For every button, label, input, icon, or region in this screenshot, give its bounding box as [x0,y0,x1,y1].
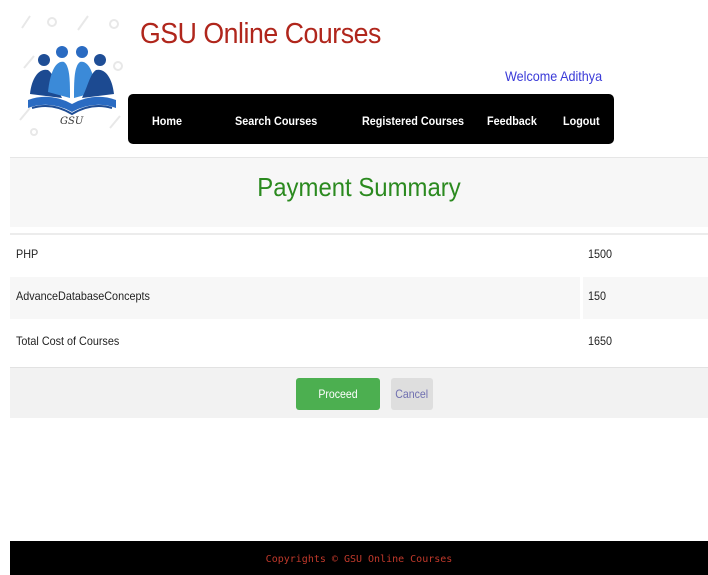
course-name: AdvanceDatabaseConcepts [16,289,150,303]
column-divider [580,235,583,277]
column-divider [580,277,583,319]
nav-home[interactable]: Home [152,94,182,144]
table-row: PHP 1500 [10,233,708,277]
footer: Copyrights © GSU Online Courses [10,541,708,575]
nav-bar: Home Search Courses Registered Courses F… [128,94,614,144]
page: GSU GSU Online Courses Welcome Adithya H… [0,0,708,575]
total-cost: 1650 [588,334,613,348]
welcome-message: Welcome Adithya [505,68,603,84]
proceed-payment-button[interactable]: Proceed Payment [296,378,380,433]
total-label: Total Cost of Courses [16,334,120,348]
nav-logout[interactable]: Logout [563,94,600,144]
cancel-label: Cancel [395,387,429,401]
nav-registered-courses[interactable]: Registered Courses [362,94,464,144]
proceed-payment-label: Proceed Payment [317,387,359,433]
logo: GSU [14,8,132,138]
payment-summary-title: Payment Summary [257,172,461,202]
total-row: Total Cost of Courses 1650 [10,322,708,364]
people-book-icon [28,46,116,116]
nav-feedback[interactable]: Feedback [487,94,537,144]
table-row: AdvanceDatabaseConcepts 150 [10,277,708,319]
course-cost: 150 [588,289,607,303]
column-divider [580,322,583,364]
nav-search-courses[interactable]: Search Courses [235,94,317,144]
site-title: GSU Online Courses [140,18,381,50]
payment-summary-header: Payment Summary [10,157,708,227]
course-name: PHP [16,247,39,261]
payment-actions: Proceed Payment Cancel [10,367,708,433]
logo-text: GSU [60,116,84,127]
course-cost: 1500 [588,247,613,261]
cancel-button[interactable]: Cancel [391,378,433,410]
copyright-text: Copyrights © GSU Online Courses [265,554,453,565]
